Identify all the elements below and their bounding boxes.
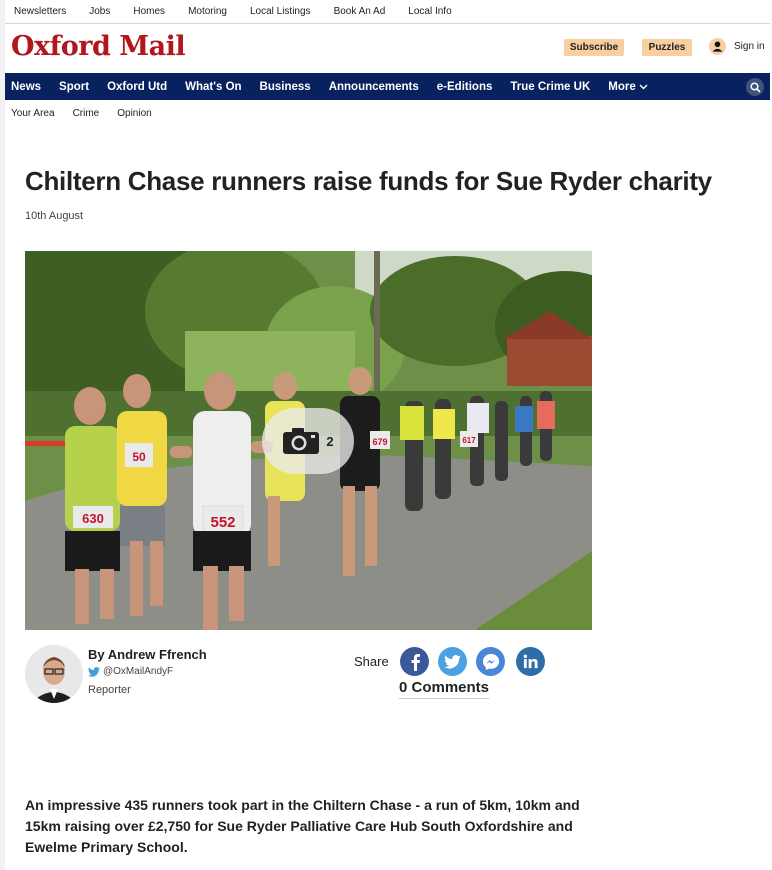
nav-item-oxford-utd[interactable]: Oxford Utd [107, 81, 167, 93]
bib-number-552: 552 [210, 514, 235, 531]
lead-photo[interactable]: 630 50 552 679 617 2 [25, 251, 592, 630]
article-date: 10th August [25, 210, 84, 222]
author-portrait [25, 645, 83, 703]
search-icon [749, 81, 761, 93]
masthead: Oxford Mail Subscribe Puzzles Sign in [5, 25, 770, 72]
article-headline: Chiltern Chase runners raise funds for S… [25, 166, 712, 196]
utility-link-motoring[interactable]: Motoring [188, 6, 227, 17]
author-name[interactable]: By Andrew Ffrench [88, 647, 207, 662]
main-nav: News Sport Oxford Utd What's On Business… [5, 73, 770, 100]
user-icon [709, 38, 726, 55]
gallery-button[interactable]: 2 [262, 408, 354, 474]
author-avatar[interactable] [25, 645, 83, 703]
utility-link-newsletters[interactable]: Newsletters [14, 6, 66, 17]
share-twitter-button[interactable] [438, 647, 467, 676]
nav-item-sport[interactable]: Sport [59, 81, 89, 93]
utility-link-local-info[interactable]: Local Info [408, 6, 451, 17]
article-page: Newsletters Jobs Homes Motoring Local Li… [5, 0, 772, 870]
bib-number-50: 50 [132, 450, 146, 464]
search-button[interactable] [746, 78, 764, 96]
nav-item-more[interactable]: More [608, 80, 648, 93]
sign-in-label: Sign in [734, 41, 765, 52]
subnav-opinion[interactable]: Opinion [117, 108, 151, 119]
comments-link[interactable]: 0 Comments [399, 679, 490, 699]
puzzles-button[interactable]: Puzzles [642, 39, 692, 56]
bib-number-630: 630 [82, 511, 104, 526]
utility-link-homes[interactable]: Homes [133, 6, 165, 17]
share-linkedin-button[interactable] [516, 647, 545, 676]
camera-icon [283, 428, 320, 454]
nav-item-whats-on[interactable]: What's On [185, 81, 241, 93]
bib-number-679: 679 [372, 437, 387, 447]
article-lead-paragraph: An impressive 435 runners took part in t… [25, 797, 580, 855]
share-messenger-button[interactable] [476, 647, 505, 676]
facebook-icon [411, 653, 420, 671]
linkedin-icon [523, 654, 538, 669]
nav-item-news[interactable]: News [11, 81, 41, 93]
chevron-down-icon [639, 84, 648, 89]
utility-link-book-an-ad[interactable]: Book An Ad [334, 6, 386, 17]
nav-item-e-editions[interactable]: e-Editions [437, 81, 493, 93]
sign-in-link[interactable]: Sign in [709, 38, 765, 55]
twitter-bird-icon [88, 666, 100, 677]
gallery-count: 2 [326, 433, 334, 449]
site-logo[interactable]: Oxford Mail [11, 31, 186, 62]
subscribe-button[interactable]: Subscribe [564, 39, 624, 56]
author-twitter-link[interactable]: @OxMailAndyF [88, 666, 173, 677]
nav-item-announcements[interactable]: Announcements [329, 81, 419, 93]
subnav-your-area[interactable]: Your Area [11, 108, 55, 119]
author-handle-text: @OxMailAndyF [103, 666, 174, 677]
subnav-crime[interactable]: Crime [73, 108, 100, 119]
share-facebook-button[interactable] [400, 647, 429, 676]
bib-number-617: 617 [462, 436, 476, 445]
utility-link-jobs[interactable]: Jobs [89, 6, 110, 17]
utility-link-local-listings[interactable]: Local Listings [250, 6, 311, 17]
nav-item-business[interactable]: Business [260, 81, 311, 93]
share-label: Share [354, 654, 389, 669]
utility-nav: Newsletters Jobs Homes Motoring Local Li… [5, 0, 770, 24]
author-role: Reporter [88, 684, 131, 696]
sub-nav: Your Area Crime Opinion [5, 101, 770, 125]
nav-item-true-crime-uk[interactable]: True Crime UK [510, 81, 590, 93]
twitter-icon [444, 654, 461, 669]
more-label: More [608, 80, 636, 93]
messenger-icon [482, 653, 499, 670]
